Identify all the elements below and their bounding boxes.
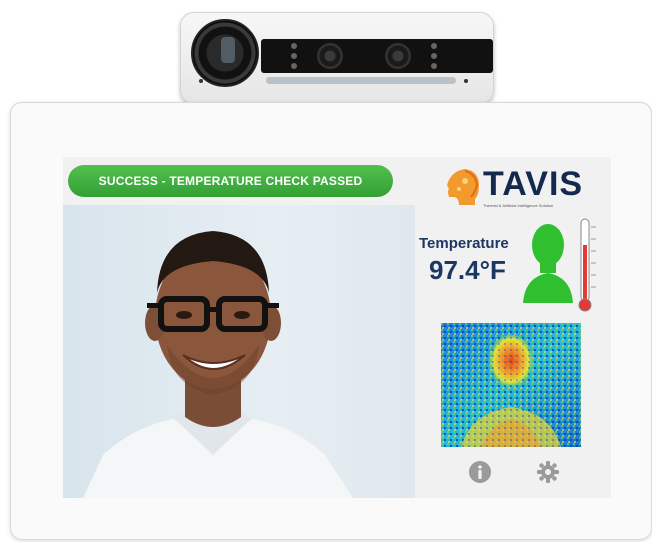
camera-screw	[199, 79, 203, 83]
temperature-label: Temperature	[419, 235, 509, 252]
thermometer-icon	[578, 218, 596, 312]
brand-tagline: Thermal & Artificial Intelligence Soluti…	[483, 203, 554, 208]
thermal-image	[441, 323, 581, 447]
tavis-logo: TAVIS Thermal & Artificial Intelligence …	[445, 165, 585, 211]
camera-led	[431, 53, 437, 59]
thermal-camera-device	[180, 12, 494, 104]
camera-main-lens	[191, 19, 259, 87]
camera-screw	[464, 79, 468, 83]
live-camera-feed	[63, 205, 415, 498]
camera-led	[291, 43, 297, 49]
camera-led	[291, 53, 297, 59]
camera-led	[431, 63, 437, 69]
camera-sensor-lens	[385, 43, 411, 69]
kiosk-tablet: SUCCESS - TEMPERATURE CHECK PASSED TAVIS…	[10, 102, 652, 540]
status-banner: SUCCESS - TEMPERATURE CHECK PASSED	[68, 165, 393, 197]
brand-name: TAVIS	[483, 165, 584, 203]
gear-icon[interactable]	[536, 460, 560, 484]
person-image	[83, 231, 353, 498]
kiosk-screen: SUCCESS - TEMPERATURE CHECK PASSED TAVIS…	[63, 157, 611, 498]
camera-sensor-bar	[261, 39, 493, 73]
temperature-value: 97.4°F	[429, 255, 506, 285]
camera-light-slot	[266, 77, 456, 84]
camera-led	[291, 63, 297, 69]
info-icon[interactable]	[468, 460, 492, 484]
head-silhouette-icon	[523, 224, 573, 303]
brand-head-icon	[447, 169, 479, 205]
camera-led	[431, 43, 437, 49]
camera-sensor-lens	[317, 43, 343, 69]
